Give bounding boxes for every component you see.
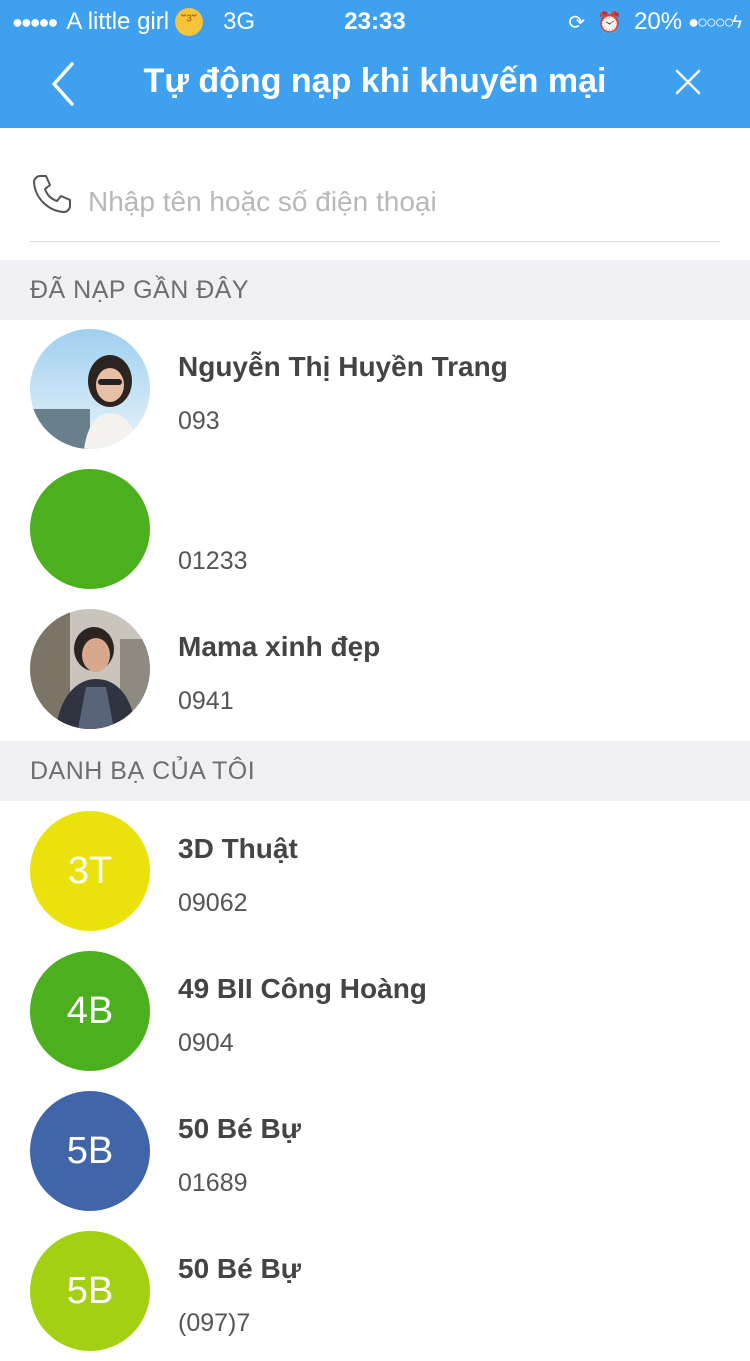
- contact-name: Mama xinh đẹp: [178, 631, 381, 662]
- list-item[interactable]: Mama xinh đẹp 0941: [0, 599, 750, 739]
- avatar-photo: [30, 329, 150, 449]
- contact-name: 49 BII Công Hoàng: [178, 973, 427, 1004]
- section-header-recent: ĐÃ NẠP GẦN ĐÂY: [0, 260, 750, 320]
- avatar: [30, 469, 150, 589]
- contact-phone: 09062: [178, 889, 248, 917]
- contact-phone: 0904: [178, 1029, 234, 1057]
- contact-phone: 0941: [178, 687, 234, 715]
- status-right: ⟳ ⏰ 20% ●○○○○ϟ: [568, 8, 742, 36]
- list-item[interactable]: 5B 50 Bé Bự (097)7: [0, 1221, 750, 1361]
- contact-name: 50 Bé Bự: [178, 1253, 301, 1284]
- section-header-contacts: DANH BẠ CỦA TÔI: [0, 741, 750, 801]
- section-title-contacts: DANH BẠ CỦA TÔI: [30, 757, 256, 785]
- contact-name: 3D Thuật: [178, 833, 298, 864]
- battery-percent: 20%: [634, 8, 683, 35]
- phone-icon: [33, 175, 71, 213]
- avatar: 3T: [30, 811, 150, 931]
- avatar: [30, 609, 150, 729]
- search-input[interactable]: [88, 182, 708, 222]
- contact-phone: 01233: [178, 547, 248, 575]
- contact-phone: 093: [178, 407, 220, 435]
- close-icon[interactable]: [674, 68, 702, 96]
- avatar: 4B: [30, 951, 150, 1071]
- rotation-lock-icon: ⟳: [568, 11, 586, 34]
- contact-name: 50 Bé Bự: [178, 1113, 301, 1144]
- page-title: Tự động nạp khi khuyến mại: [143, 62, 607, 100]
- list-item[interactable]: 01233: [0, 459, 750, 599]
- avatar: 5B: [30, 1231, 150, 1351]
- navigation-bar: Tự động nạp khi khuyến mại: [0, 40, 750, 128]
- header-bar: ●●●●● A little girl ˘³˘ 3G 23:33 ⟳ ⏰ 20%…: [0, 0, 750, 128]
- list-item[interactable]: 5B 50 Bé Bự 01689: [0, 1081, 750, 1221]
- list-item[interactable]: 4B 49 BII Công Hoàng 0904: [0, 941, 750, 1081]
- section-title-recent: ĐÃ NẠP GẦN ĐÂY: [30, 276, 250, 304]
- avatar: 5B: [30, 1091, 150, 1211]
- avatar-photo: [30, 609, 150, 729]
- contact-name: Nguyễn Thị Huyền Trang: [178, 351, 508, 382]
- list-item[interactable]: Nguyễn Thị Huyền Trang 093: [0, 319, 750, 459]
- avatar: [30, 329, 150, 449]
- alarm-icon: ⏰: [597, 11, 623, 34]
- status-bar: ●●●●● A little girl ˘³˘ 3G 23:33 ⟳ ⏰ 20%…: [0, 0, 750, 40]
- list-item[interactable]: 3T 3D Thuật 09062: [0, 801, 750, 941]
- contact-phone: 01689: [178, 1169, 248, 1197]
- battery-icon: ●○○○○ϟ: [688, 11, 742, 32]
- search-field: [30, 160, 720, 242]
